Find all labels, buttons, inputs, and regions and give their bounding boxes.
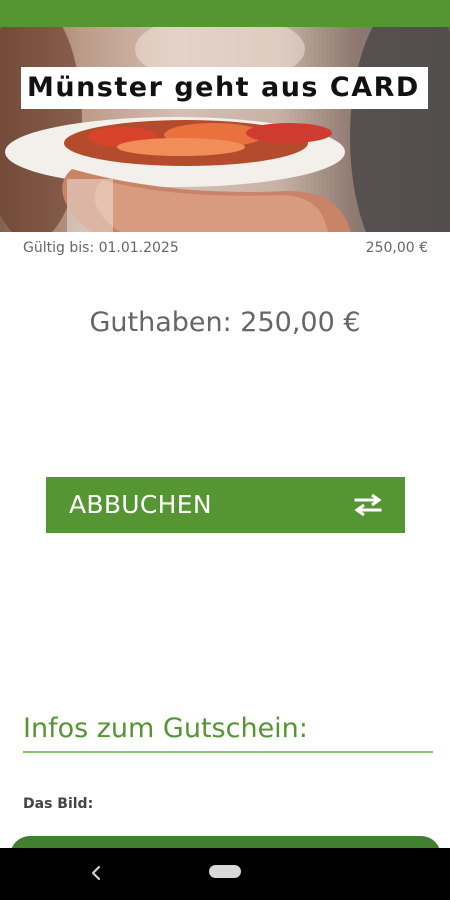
valid-until-date: Gültig bis: 01.01.2025 <box>23 240 179 256</box>
card-meta-row: Gültig bis: 01.01.2025 250,00 € <box>23 240 428 258</box>
card-title: Münster geht aus CARD <box>21 67 428 109</box>
swap-arrows-icon <box>354 493 382 517</box>
image-label: Das Bild: <box>23 796 94 812</box>
system-navigation-bar <box>0 848 450 900</box>
home-pill-icon[interactable] <box>209 865 241 878</box>
gift-card-screen: Münster geht aus CARD Gültig bis: 01.01.… <box>0 0 450 900</box>
section-divider <box>23 751 433 753</box>
balance-text: Guthaben: 250,00 € <box>89 307 361 338</box>
debit-button[interactable]: ABBUCHEN <box>46 477 405 533</box>
voucher-info-heading: Infos zum Gutschein: <box>23 713 308 744</box>
dinner-plate-photo <box>0 27 450 232</box>
card-hero-image: Münster geht aus CARD <box>0 27 450 232</box>
debit-button-label: ABBUCHEN <box>69 490 212 519</box>
card-value: 250,00 € <box>365 240 428 256</box>
back-chevron-icon[interactable] <box>88 863 104 883</box>
status-bar <box>0 0 450 27</box>
